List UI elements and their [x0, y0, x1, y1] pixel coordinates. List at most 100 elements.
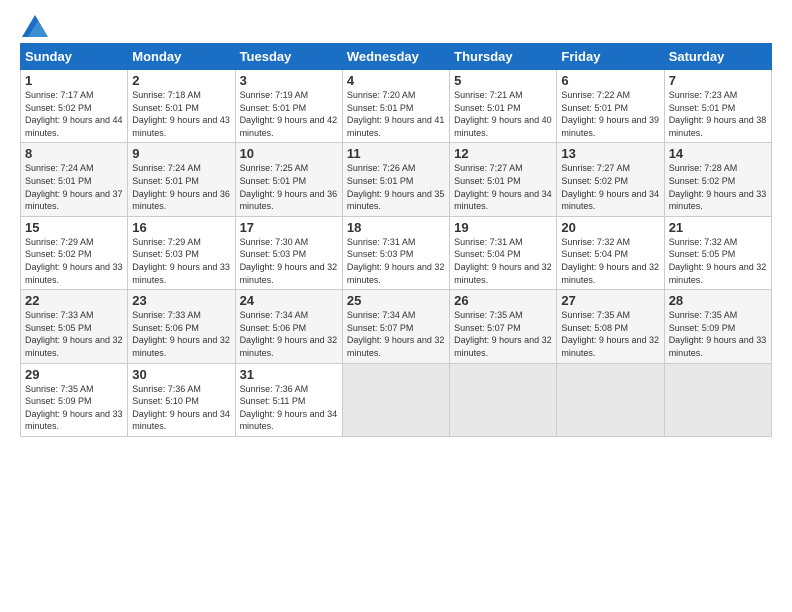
day-info: Sunrise: 7:23 AMSunset: 5:01 PMDaylight:…: [669, 89, 767, 139]
table-row: 12Sunrise: 7:27 AMSunset: 5:01 PMDayligh…: [450, 143, 557, 216]
table-row: 8Sunrise: 7:24 AMSunset: 5:01 PMDaylight…: [21, 143, 128, 216]
table-row: 23Sunrise: 7:33 AMSunset: 5:06 PMDayligh…: [128, 290, 235, 363]
logo: [20, 15, 48, 33]
day-info: Sunrise: 7:17 AMSunset: 5:02 PMDaylight:…: [25, 89, 123, 139]
day-number: 28: [669, 293, 767, 308]
day-number: 24: [240, 293, 338, 308]
table-row: 4Sunrise: 7:20 AMSunset: 5:01 PMDaylight…: [342, 70, 449, 143]
day-info: Sunrise: 7:18 AMSunset: 5:01 PMDaylight:…: [132, 89, 230, 139]
table-row: 27Sunrise: 7:35 AMSunset: 5:08 PMDayligh…: [557, 290, 664, 363]
col-monday: Monday: [128, 44, 235, 70]
day-info: Sunrise: 7:35 AMSunset: 5:09 PMDaylight:…: [669, 309, 767, 359]
col-thursday: Thursday: [450, 44, 557, 70]
table-row: 10Sunrise: 7:25 AMSunset: 5:01 PMDayligh…: [235, 143, 342, 216]
table-row: 18Sunrise: 7:31 AMSunset: 5:03 PMDayligh…: [342, 216, 449, 289]
day-info: Sunrise: 7:26 AMSunset: 5:01 PMDaylight:…: [347, 162, 445, 212]
day-info: Sunrise: 7:34 AMSunset: 5:06 PMDaylight:…: [240, 309, 338, 359]
day-info: Sunrise: 7:27 AMSunset: 5:02 PMDaylight:…: [561, 162, 659, 212]
day-info: Sunrise: 7:35 AMSunset: 5:07 PMDaylight:…: [454, 309, 552, 359]
day-info: Sunrise: 7:33 AMSunset: 5:05 PMDaylight:…: [25, 309, 123, 359]
header: [20, 15, 772, 33]
day-number: 10: [240, 146, 338, 161]
day-number: 15: [25, 220, 123, 235]
table-row: 22Sunrise: 7:33 AMSunset: 5:05 PMDayligh…: [21, 290, 128, 363]
col-tuesday: Tuesday: [235, 44, 342, 70]
day-info: Sunrise: 7:29 AMSunset: 5:03 PMDaylight:…: [132, 236, 230, 286]
day-info: Sunrise: 7:32 AMSunset: 5:05 PMDaylight:…: [669, 236, 767, 286]
table-row: [557, 363, 664, 436]
col-sunday: Sunday: [21, 44, 128, 70]
day-info: Sunrise: 7:30 AMSunset: 5:03 PMDaylight:…: [240, 236, 338, 286]
table-row: 26Sunrise: 7:35 AMSunset: 5:07 PMDayligh…: [450, 290, 557, 363]
day-number: 7: [669, 73, 767, 88]
day-number: 18: [347, 220, 445, 235]
day-number: 12: [454, 146, 552, 161]
calendar-header-row: Sunday Monday Tuesday Wednesday Thursday…: [21, 44, 772, 70]
day-number: 13: [561, 146, 659, 161]
day-number: 3: [240, 73, 338, 88]
table-row: 5Sunrise: 7:21 AMSunset: 5:01 PMDaylight…: [450, 70, 557, 143]
day-info: Sunrise: 7:19 AMSunset: 5:01 PMDaylight:…: [240, 89, 338, 139]
page: Sunday Monday Tuesday Wednesday Thursday…: [0, 0, 792, 612]
table-row: 31Sunrise: 7:36 AMSunset: 5:11 PMDayligh…: [235, 363, 342, 436]
day-number: 9: [132, 146, 230, 161]
day-info: Sunrise: 7:24 AMSunset: 5:01 PMDaylight:…: [132, 162, 230, 212]
table-row: 28Sunrise: 7:35 AMSunset: 5:09 PMDayligh…: [664, 290, 771, 363]
table-row: 21Sunrise: 7:32 AMSunset: 5:05 PMDayligh…: [664, 216, 771, 289]
day-number: 5: [454, 73, 552, 88]
day-info: Sunrise: 7:25 AMSunset: 5:01 PMDaylight:…: [240, 162, 338, 212]
day-number: 16: [132, 220, 230, 235]
day-number: 6: [561, 73, 659, 88]
day-number: 26: [454, 293, 552, 308]
table-row: 13Sunrise: 7:27 AMSunset: 5:02 PMDayligh…: [557, 143, 664, 216]
col-wednesday: Wednesday: [342, 44, 449, 70]
day-info: Sunrise: 7:31 AMSunset: 5:03 PMDaylight:…: [347, 236, 445, 286]
table-row: 1Sunrise: 7:17 AMSunset: 5:02 PMDaylight…: [21, 70, 128, 143]
table-row: 17Sunrise: 7:30 AMSunset: 5:03 PMDayligh…: [235, 216, 342, 289]
day-info: Sunrise: 7:36 AMSunset: 5:10 PMDaylight:…: [132, 383, 230, 433]
day-info: Sunrise: 7:35 AMSunset: 5:09 PMDaylight:…: [25, 383, 123, 433]
day-number: 14: [669, 146, 767, 161]
table-row: 24Sunrise: 7:34 AMSunset: 5:06 PMDayligh…: [235, 290, 342, 363]
day-info: Sunrise: 7:28 AMSunset: 5:02 PMDaylight:…: [669, 162, 767, 212]
day-info: Sunrise: 7:35 AMSunset: 5:08 PMDaylight:…: [561, 309, 659, 359]
table-row: [450, 363, 557, 436]
day-info: Sunrise: 7:22 AMSunset: 5:01 PMDaylight:…: [561, 89, 659, 139]
day-number: 20: [561, 220, 659, 235]
table-row: 3Sunrise: 7:19 AMSunset: 5:01 PMDaylight…: [235, 70, 342, 143]
table-row: 15Sunrise: 7:29 AMSunset: 5:02 PMDayligh…: [21, 216, 128, 289]
table-row: 11Sunrise: 7:26 AMSunset: 5:01 PMDayligh…: [342, 143, 449, 216]
day-info: Sunrise: 7:36 AMSunset: 5:11 PMDaylight:…: [240, 383, 338, 433]
table-row: 25Sunrise: 7:34 AMSunset: 5:07 PMDayligh…: [342, 290, 449, 363]
table-row: [342, 363, 449, 436]
table-row: 2Sunrise: 7:18 AMSunset: 5:01 PMDaylight…: [128, 70, 235, 143]
day-number: 29: [25, 367, 123, 382]
calendar: Sunday Monday Tuesday Wednesday Thursday…: [20, 43, 772, 437]
table-row: 29Sunrise: 7:35 AMSunset: 5:09 PMDayligh…: [21, 363, 128, 436]
day-info: Sunrise: 7:29 AMSunset: 5:02 PMDaylight:…: [25, 236, 123, 286]
day-info: Sunrise: 7:31 AMSunset: 5:04 PMDaylight:…: [454, 236, 552, 286]
table-row: 14Sunrise: 7:28 AMSunset: 5:02 PMDayligh…: [664, 143, 771, 216]
day-number: 22: [25, 293, 123, 308]
day-number: 11: [347, 146, 445, 161]
day-info: Sunrise: 7:34 AMSunset: 5:07 PMDaylight:…: [347, 309, 445, 359]
day-number: 1: [25, 73, 123, 88]
col-friday: Friday: [557, 44, 664, 70]
day-info: Sunrise: 7:32 AMSunset: 5:04 PMDaylight:…: [561, 236, 659, 286]
day-number: 23: [132, 293, 230, 308]
table-row: 9Sunrise: 7:24 AMSunset: 5:01 PMDaylight…: [128, 143, 235, 216]
day-number: 17: [240, 220, 338, 235]
day-info: Sunrise: 7:33 AMSunset: 5:06 PMDaylight:…: [132, 309, 230, 359]
table-row: [664, 363, 771, 436]
day-number: 25: [347, 293, 445, 308]
logo-icon: [22, 15, 48, 37]
day-number: 31: [240, 367, 338, 382]
day-info: Sunrise: 7:21 AMSunset: 5:01 PMDaylight:…: [454, 89, 552, 139]
table-row: 16Sunrise: 7:29 AMSunset: 5:03 PMDayligh…: [128, 216, 235, 289]
col-saturday: Saturday: [664, 44, 771, 70]
table-row: 30Sunrise: 7:36 AMSunset: 5:10 PMDayligh…: [128, 363, 235, 436]
day-info: Sunrise: 7:20 AMSunset: 5:01 PMDaylight:…: [347, 89, 445, 139]
table-row: 19Sunrise: 7:31 AMSunset: 5:04 PMDayligh…: [450, 216, 557, 289]
day-number: 21: [669, 220, 767, 235]
table-row: 7Sunrise: 7:23 AMSunset: 5:01 PMDaylight…: [664, 70, 771, 143]
